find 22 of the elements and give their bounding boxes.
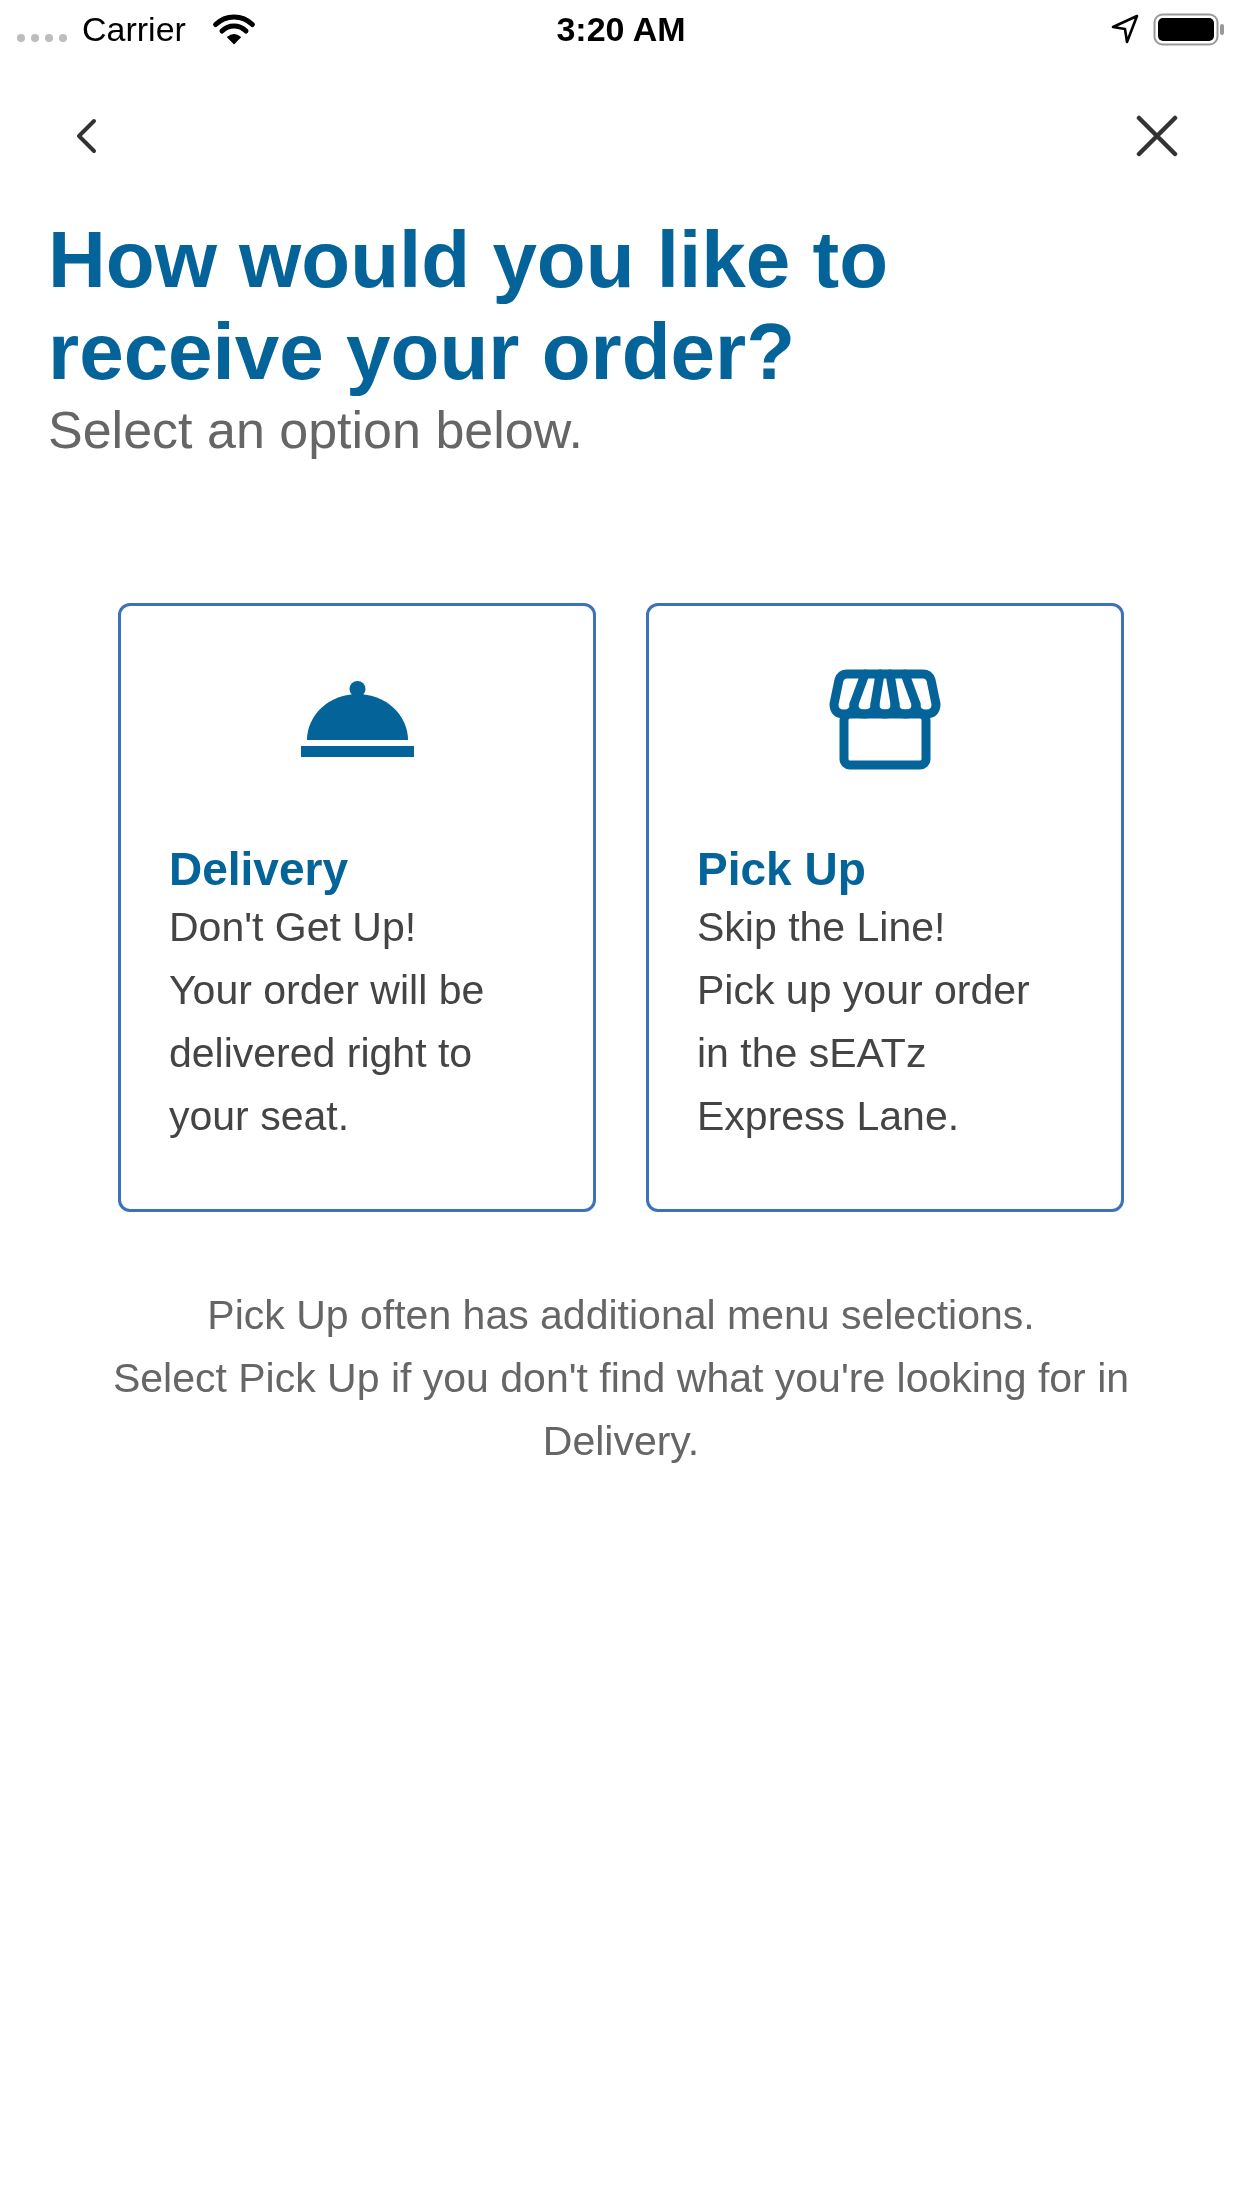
- option-title: Delivery: [169, 842, 348, 896]
- option-description: Pick up your order in the sEATz Express Lane.: [697, 966, 1031, 1141]
- page-subtitle: Select an option below.: [48, 400, 584, 461]
- option-description: Your order will be delivered right to your seat.: [169, 966, 486, 1141]
- close-icon: [1136, 115, 1178, 157]
- info-note: Select Pick Up if you don't find what you're looking for in Delivery.: [111, 1354, 1131, 1466]
- option-title: Pick Up: [697, 842, 866, 896]
- status-time: 3:20 AM: [556, 9, 686, 49]
- location-arrow-icon: [1111, 14, 1139, 44]
- cloche-icon: [300, 680, 414, 758]
- storefront-icon: [829, 668, 941, 770]
- carrier-name: Carrier: [82, 9, 186, 49]
- chevron-left-icon: [74, 118, 98, 154]
- option-tagline: Don't Get Up!: [169, 903, 417, 952]
- option-tagline: Skip the Line!: [697, 903, 946, 952]
- option-card[interactable]: Delivery Don't Get Up! Your order will be delivered right to your seat.: [118, 603, 596, 1212]
- wifi-icon: [211, 12, 256, 46]
- signal-dots-icon: [17, 34, 69, 42]
- info-note: Pick Up often has additional menu selections.: [207, 1291, 1035, 1340]
- battery-icon: [1153, 12, 1225, 46]
- option-card[interactable]: Pick Up Skip the Line! Pick up your order in the sEATz Express Lane.: [646, 603, 1124, 1212]
- page-title: How would you like to receive your order?: [48, 214, 889, 398]
